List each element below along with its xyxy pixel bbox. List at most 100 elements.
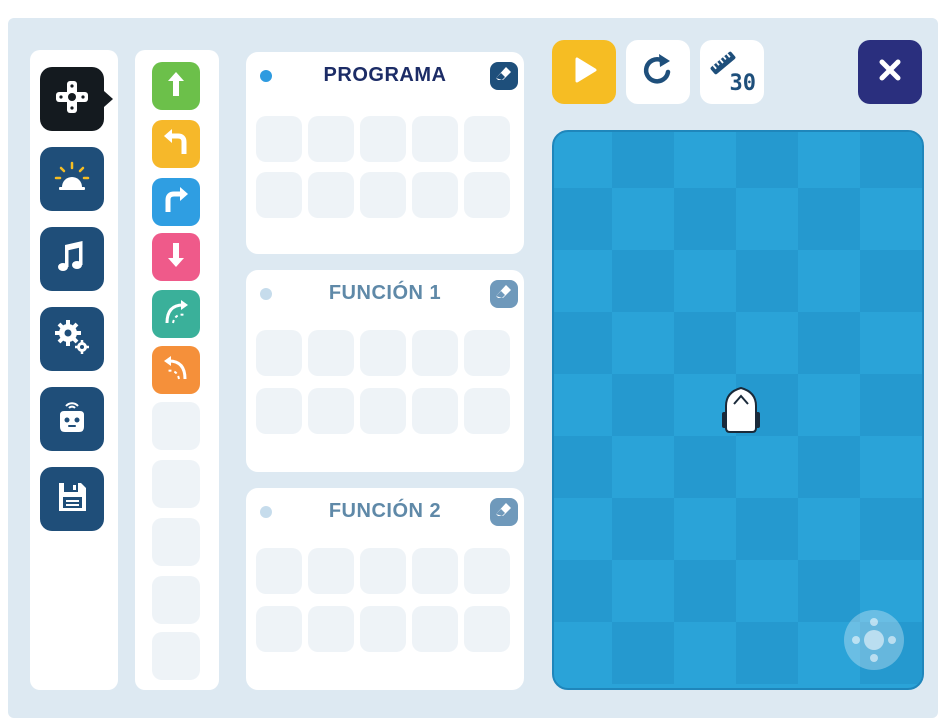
- refresh-icon: [639, 51, 677, 94]
- active-indicator: [260, 70, 272, 82]
- board-tile: [860, 374, 922, 436]
- function2-slot[interactable]: [256, 606, 302, 652]
- close-button[interactable]: [858, 40, 922, 104]
- block-turn-right[interactable]: [152, 178, 200, 226]
- play-icon: [565, 51, 603, 94]
- turn-right-icon: [159, 183, 193, 222]
- board-tile: [798, 312, 860, 374]
- function2-slot[interactable]: [308, 548, 354, 594]
- block-curve-left[interactable]: [152, 346, 200, 394]
- block-palette: [135, 50, 219, 690]
- play-board[interactable]: [552, 130, 924, 690]
- function1-slot[interactable]: [360, 330, 406, 376]
- board-tile: [554, 560, 612, 622]
- function1-slot[interactable]: [412, 388, 458, 434]
- measure-button[interactable]: 30: [700, 40, 764, 104]
- function1-slot[interactable]: [308, 388, 354, 434]
- board-tile: [674, 188, 736, 250]
- program-slot[interactable]: [360, 172, 406, 218]
- function2-slot[interactable]: [464, 606, 510, 652]
- board-tile: [798, 188, 860, 250]
- function1-title: FUNCIÓN 1: [328, 282, 442, 304]
- block-backward[interactable]: [152, 233, 200, 281]
- function1-slot[interactable]: [464, 330, 510, 376]
- function2-slot[interactable]: [412, 548, 458, 594]
- robot-sprite[interactable]: [714, 382, 768, 436]
- board-tile: [612, 250, 674, 312]
- function1-slot[interactable]: [256, 388, 302, 434]
- board-tile: [860, 250, 922, 312]
- board-tile: [674, 560, 736, 622]
- category-robot-button[interactable]: [40, 387, 104, 451]
- close-icon: [871, 51, 909, 94]
- play-button[interactable]: [552, 40, 616, 104]
- function1-slot[interactable]: [256, 330, 302, 376]
- program-slot[interactable]: [308, 116, 354, 162]
- empty-block-slot: [152, 632, 200, 680]
- program-slot[interactable]: [464, 116, 510, 162]
- category-save-button[interactable]: [40, 467, 104, 531]
- board-tile: [736, 250, 798, 312]
- program-slot[interactable]: [256, 116, 302, 162]
- function1-slot[interactable]: [308, 330, 354, 376]
- category-lights-button[interactable]: [40, 147, 104, 211]
- block-forward[interactable]: [152, 62, 200, 110]
- program-slot[interactable]: [256, 172, 302, 218]
- joystick-icon[interactable]: [844, 610, 904, 670]
- board-tile: [554, 188, 612, 250]
- function2-panel[interactable]: FUNCIÓN 2: [246, 488, 524, 690]
- active-pointer: [104, 91, 113, 107]
- category-sidebar: [30, 50, 118, 690]
- reset-button[interactable]: [626, 40, 690, 104]
- program-panel[interactable]: PROGRAMA: [246, 52, 524, 254]
- robot-icon: [52, 397, 92, 442]
- clear-function1-button[interactable]: [490, 280, 518, 308]
- function2-slot[interactable]: [308, 606, 354, 652]
- block-turn-left[interactable]: [152, 120, 200, 168]
- clear-program-button[interactable]: [490, 62, 518, 90]
- curve-left-icon: [159, 351, 193, 390]
- board-tile: [612, 374, 674, 436]
- floppy-disk-icon: [52, 477, 92, 522]
- function1-slot[interactable]: [412, 330, 458, 376]
- empty-block-slot: [152, 402, 200, 450]
- board-tile: [612, 498, 674, 560]
- board-tile: [554, 436, 612, 498]
- function2-slot[interactable]: [412, 606, 458, 652]
- board-tile: [736, 132, 798, 188]
- block-curve-right[interactable]: [152, 290, 200, 338]
- function2-slot[interactable]: [360, 548, 406, 594]
- inactive-indicator: [260, 506, 272, 518]
- program-slot[interactable]: [464, 172, 510, 218]
- board-tile: [736, 622, 798, 684]
- empty-block-slot: [152, 576, 200, 624]
- function1-panel[interactable]: FUNCIÓN 1: [246, 270, 524, 472]
- clear-function2-button[interactable]: [490, 498, 518, 526]
- program-slot[interactable]: [412, 116, 458, 162]
- program-slot[interactable]: [412, 172, 458, 218]
- program-slot[interactable]: [360, 116, 406, 162]
- arrow-up-icon: [159, 67, 193, 106]
- function2-slot[interactable]: [464, 548, 510, 594]
- eraser-icon: [495, 283, 513, 306]
- eraser-icon: [495, 501, 513, 524]
- category-music-button[interactable]: [40, 227, 104, 291]
- gears-icon: [52, 317, 92, 362]
- function2-slot[interactable]: [360, 606, 406, 652]
- function2-slot[interactable]: [256, 548, 302, 594]
- empty-block-slot: [152, 460, 200, 508]
- board-tile: [860, 132, 922, 188]
- measure-value: 30: [729, 71, 757, 96]
- category-movement-button[interactable]: [40, 67, 113, 131]
- board-tile: [554, 312, 612, 374]
- curve-right-icon: [159, 295, 193, 334]
- function1-slot[interactable]: [464, 388, 510, 434]
- function1-slot[interactable]: [360, 388, 406, 434]
- category-settings-button[interactable]: [40, 307, 104, 371]
- function2-title: FUNCIÓN 2: [328, 500, 442, 522]
- board-tile: [798, 436, 860, 498]
- board-tile: [612, 132, 674, 188]
- board-tile: [674, 436, 736, 498]
- music-note-icon: [52, 237, 92, 282]
- program-slot[interactable]: [308, 172, 354, 218]
